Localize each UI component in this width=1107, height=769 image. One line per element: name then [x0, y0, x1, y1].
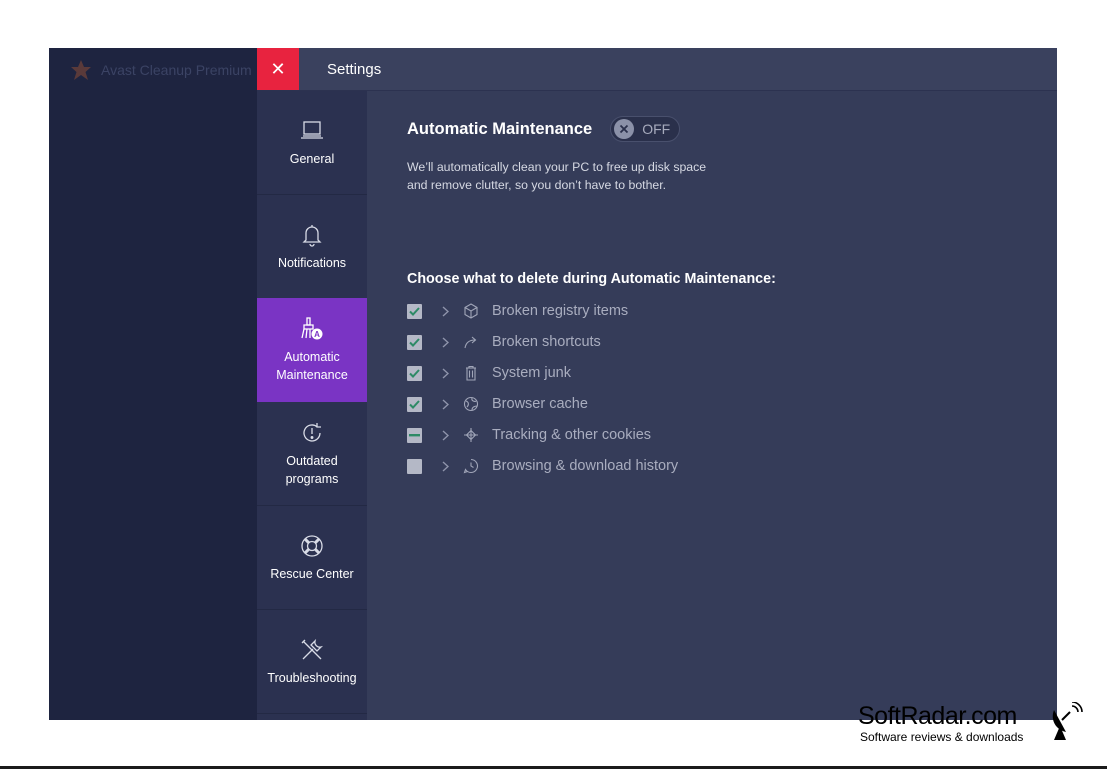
- trash-icon: [462, 364, 480, 382]
- watermark-title: SoftRadar.com: [858, 702, 1017, 730]
- background-app-brand: Avast Cleanup Premium: [69, 58, 252, 82]
- settings-title: Settings: [327, 61, 382, 78]
- expand-chevron-icon[interactable]: [440, 367, 450, 379]
- background-app-sidebar: Avast Cleanup Premium: [49, 48, 257, 720]
- close-icon: ✕: [270, 58, 286, 79]
- history-bubble-icon: [462, 457, 480, 475]
- option-checkbox[interactable]: [407, 303, 422, 319]
- bell-icon: [300, 222, 324, 248]
- close-button[interactable]: ✕: [257, 48, 299, 90]
- background-app-title: Avast Cleanup Premium: [101, 62, 252, 78]
- check-icon: [409, 306, 420, 316]
- sidebar-item-label: Rescue Center: [270, 566, 354, 581]
- settings-panel: ✕ Settings General Notifications A Autom…: [257, 48, 1057, 720]
- description: We’ll automatically clean your PC to fre…: [407, 158, 827, 194]
- crosshair-icon: [462, 426, 480, 444]
- option-row-browsing-history: Browsing & download history: [407, 456, 678, 476]
- app-frame: Avast Cleanup Premium ✕ Settings General: [49, 48, 1057, 720]
- option-label: Tracking & other cookies: [492, 427, 652, 443]
- check-icon: [409, 337, 420, 347]
- sidebar-item-label: Automatic Maintenance: [276, 350, 348, 382]
- option-row-system-junk: System junk: [407, 363, 571, 383]
- toggle-label: OFF: [642, 121, 671, 137]
- option-checkbox[interactable]: [407, 458, 422, 474]
- option-label: Broken registry items: [492, 303, 629, 319]
- svg-text:A: A: [314, 330, 320, 339]
- maintenance-toggle[interactable]: OFF: [610, 116, 681, 142]
- option-checkbox[interactable]: [407, 396, 422, 412]
- settings-sidebar: General Notifications A Automatic Mainte…: [257, 91, 367, 720]
- option-label: Browsing & download history: [492, 458, 679, 474]
- sidebar-item-outdated-programs[interactable]: Outdated programs: [257, 402, 367, 506]
- heading-row: Automatic Maintenance OFF: [407, 116, 681, 142]
- globe-icon: [462, 395, 480, 413]
- refresh-alert-icon: [299, 420, 325, 446]
- check-icon: [409, 399, 420, 409]
- expand-chevron-icon[interactable]: [440, 305, 450, 317]
- option-checkbox[interactable]: [407, 365, 422, 381]
- indeterminate-icon: [409, 433, 420, 436]
- softradar-watermark: SoftRadar.com Software reviews & downloa…: [858, 702, 1088, 747]
- expand-chevron-icon[interactable]: [440, 429, 450, 441]
- lifebuoy-icon: [299, 533, 325, 559]
- maintenance-icon: A: [299, 316, 325, 342]
- sidebar-item-automatic-maintenance[interactable]: A Automatic Maintenance: [257, 298, 367, 402]
- laptop-icon: [299, 118, 325, 144]
- sidebar-item-label: Notifications: [277, 255, 347, 270]
- sidebar-item-label: General: [289, 151, 335, 166]
- settings-titlebar: ✕ Settings: [257, 48, 1057, 91]
- description-line: We’ll automatically clean your PC to fre…: [407, 160, 707, 174]
- option-checkbox[interactable]: [407, 334, 422, 350]
- expand-chevron-icon[interactable]: [440, 398, 450, 410]
- option-checkbox[interactable]: [407, 427, 422, 443]
- options-subheading: Choose what to delete during Automatic M…: [407, 271, 776, 287]
- toggle-off-icon: [614, 119, 635, 139]
- sidebar-item-label: Troubleshooting: [267, 670, 357, 685]
- watermark-subtitle: Software reviews & downloads: [860, 730, 1024, 744]
- check-icon: [409, 368, 420, 378]
- option-row-broken-shortcuts: Broken shortcuts: [407, 332, 601, 352]
- expand-chevron-icon[interactable]: [440, 460, 450, 472]
- option-label: System junk: [492, 365, 571, 381]
- expand-chevron-icon[interactable]: [440, 336, 450, 348]
- description-line: and remove clutter, so you don’t have to…: [407, 178, 667, 192]
- option-row-broken-registry: Broken registry items: [407, 301, 628, 321]
- option-label: Broken shortcuts: [492, 334, 601, 350]
- registry-cube-icon: [462, 302, 480, 320]
- sidebar-item-label: Outdated programs: [285, 453, 339, 486]
- sidebar-item-rescue-center[interactable]: Rescue Center: [257, 506, 367, 610]
- shortcut-arrow-icon: [462, 333, 480, 351]
- option-label: Browser cache: [492, 396, 588, 412]
- page-title: Automatic Maintenance: [407, 119, 593, 138]
- sidebar-item-notifications[interactable]: Notifications: [257, 195, 367, 299]
- avast-logo-icon: [71, 60, 91, 80]
- satellite-dish-icon: [1052, 702, 1083, 740]
- option-row-browser-cache: Browser cache: [407, 394, 588, 414]
- sidebar-item-general[interactable]: General: [257, 91, 367, 195]
- option-row-tracking-cookies: Tracking & other cookies: [407, 425, 651, 445]
- tools-icon: [299, 637, 325, 663]
- sidebar-item-troubleshooting[interactable]: Troubleshooting: [257, 610, 367, 714]
